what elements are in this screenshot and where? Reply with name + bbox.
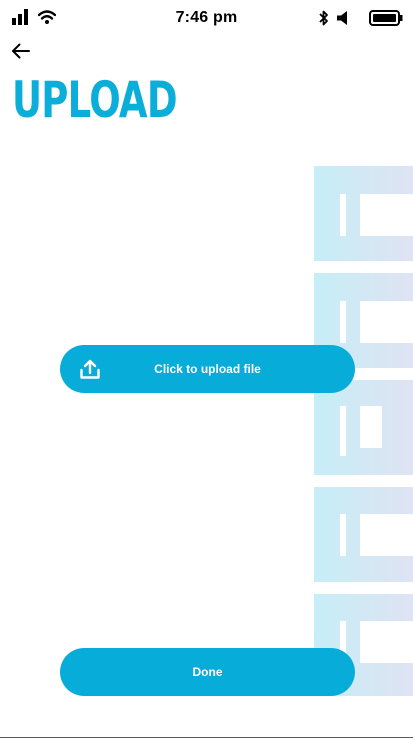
arrow-left-icon: [11, 43, 31, 64]
back-button[interactable]: [8, 42, 34, 64]
done-button-label: Done: [192, 665, 223, 679]
battery-icon: [369, 10, 403, 31]
status-bar: 7:46 pm: [0, 0, 413, 38]
volume-mute-icon: [337, 11, 349, 30]
bluetooth-icon: [319, 10, 329, 31]
status-right: [319, 10, 403, 31]
upload-button[interactable]: Click to upload file: [60, 345, 355, 393]
done-button[interactable]: Done: [60, 648, 355, 696]
page-title: UPLOAD: [12, 71, 178, 129]
watermark-graphic: [314, 166, 413, 696]
upload-button-label: Click to upload file: [154, 362, 261, 376]
